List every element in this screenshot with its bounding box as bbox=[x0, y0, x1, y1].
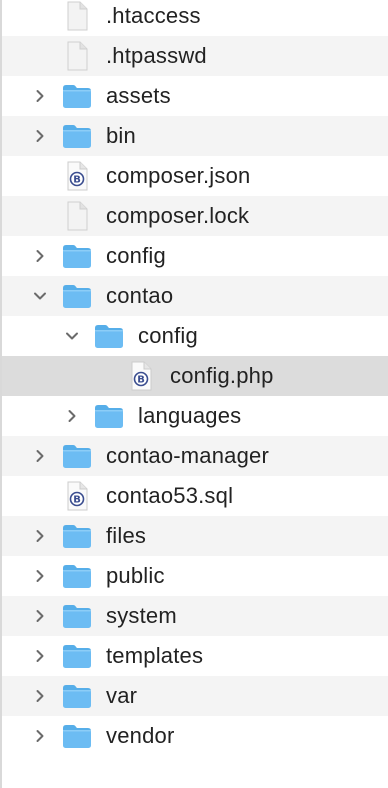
file-name: composer.lock bbox=[106, 203, 250, 228]
file-row[interactable]: .htaccess bbox=[2, 0, 388, 36]
chevron-right-icon[interactable] bbox=[30, 646, 50, 666]
chevron-down-icon[interactable] bbox=[62, 326, 82, 346]
file-name: composer.json bbox=[106, 163, 251, 188]
folder-name: assets bbox=[106, 83, 171, 108]
folder-icon bbox=[60, 680, 94, 712]
folder-icon bbox=[60, 240, 94, 272]
folder-row[interactable]: vendor bbox=[2, 716, 388, 756]
file-row[interactable]: .htpasswd bbox=[2, 36, 388, 76]
folder-row[interactable]: public bbox=[2, 556, 388, 596]
folder-name: var bbox=[106, 683, 138, 708]
file-row[interactable]: Bcomposer.json bbox=[2, 156, 388, 196]
chevron-right-icon[interactable] bbox=[62, 406, 82, 426]
folder-name: contao-manager bbox=[106, 443, 270, 468]
chevron-right-icon[interactable] bbox=[30, 606, 50, 626]
folder-row[interactable]: files bbox=[2, 516, 388, 556]
folder-icon bbox=[92, 400, 126, 432]
bbedit-document-icon: B bbox=[60, 480, 94, 512]
folder-row[interactable]: contao bbox=[2, 276, 388, 316]
folder-name: vendor bbox=[106, 723, 175, 748]
file-row[interactable]: Bconfig.php bbox=[2, 356, 388, 396]
folder-name: bin bbox=[106, 123, 136, 148]
folder-icon bbox=[60, 600, 94, 632]
folder-name: system bbox=[106, 603, 177, 628]
blank-file-icon bbox=[60, 200, 94, 232]
svg-text:B: B bbox=[73, 175, 81, 186]
folder-icon bbox=[60, 560, 94, 592]
chevron-right-icon[interactable] bbox=[30, 726, 50, 746]
folder-icon bbox=[60, 120, 94, 152]
folder-name: config bbox=[106, 243, 166, 268]
folder-row[interactable]: assets bbox=[2, 76, 388, 116]
chevron-right-icon[interactable] bbox=[30, 86, 50, 106]
bbedit-document-icon: B bbox=[60, 160, 94, 192]
chevron-right-icon[interactable] bbox=[30, 446, 50, 466]
folder-icon bbox=[92, 320, 126, 352]
folder-icon bbox=[60, 80, 94, 112]
folder-row[interactable]: config bbox=[2, 236, 388, 276]
file-name: config.php bbox=[170, 363, 274, 388]
folder-row[interactable]: contao-manager bbox=[2, 436, 388, 476]
folder-name: templates bbox=[106, 643, 204, 668]
folder-row[interactable]: system bbox=[2, 596, 388, 636]
folder-row[interactable]: bin bbox=[2, 116, 388, 156]
chevron-down-icon[interactable] bbox=[30, 286, 50, 306]
folder-name: config bbox=[138, 323, 198, 348]
file-row[interactable]: composer.lock bbox=[2, 196, 388, 236]
folder-icon bbox=[60, 520, 94, 552]
blank-file-icon bbox=[60, 40, 94, 72]
chevron-right-icon[interactable] bbox=[30, 686, 50, 706]
folder-row[interactable]: languages bbox=[2, 396, 388, 436]
folder-icon bbox=[60, 720, 94, 752]
bbedit-document-icon: B bbox=[124, 360, 158, 392]
blank-file-icon bbox=[60, 0, 94, 32]
folder-row[interactable]: var bbox=[2, 676, 388, 716]
folder-name: languages bbox=[138, 403, 242, 428]
chevron-right-icon[interactable] bbox=[30, 246, 50, 266]
chevron-right-icon[interactable] bbox=[30, 526, 50, 546]
file-tree: .htaccess .htpasswd assets bin Bcomposer.jso… bbox=[2, 0, 388, 756]
folder-icon bbox=[60, 440, 94, 472]
file-row[interactable]: Bcontao53.sql bbox=[2, 476, 388, 516]
file-name: contao53.sql bbox=[106, 483, 234, 508]
svg-text:B: B bbox=[73, 495, 81, 506]
folder-name: contao bbox=[106, 283, 174, 308]
svg-text:B: B bbox=[137, 375, 145, 386]
file-name: .htpasswd bbox=[106, 43, 207, 68]
file-name: .htaccess bbox=[106, 3, 201, 28]
folder-name: files bbox=[106, 523, 147, 548]
folder-icon bbox=[60, 280, 94, 312]
chevron-right-icon[interactable] bbox=[30, 566, 50, 586]
chevron-right-icon[interactable] bbox=[30, 126, 50, 146]
folder-name: public bbox=[106, 563, 165, 588]
folder-row[interactable]: config bbox=[2, 316, 388, 356]
folder-row[interactable]: templates bbox=[2, 636, 388, 676]
folder-icon bbox=[60, 640, 94, 672]
